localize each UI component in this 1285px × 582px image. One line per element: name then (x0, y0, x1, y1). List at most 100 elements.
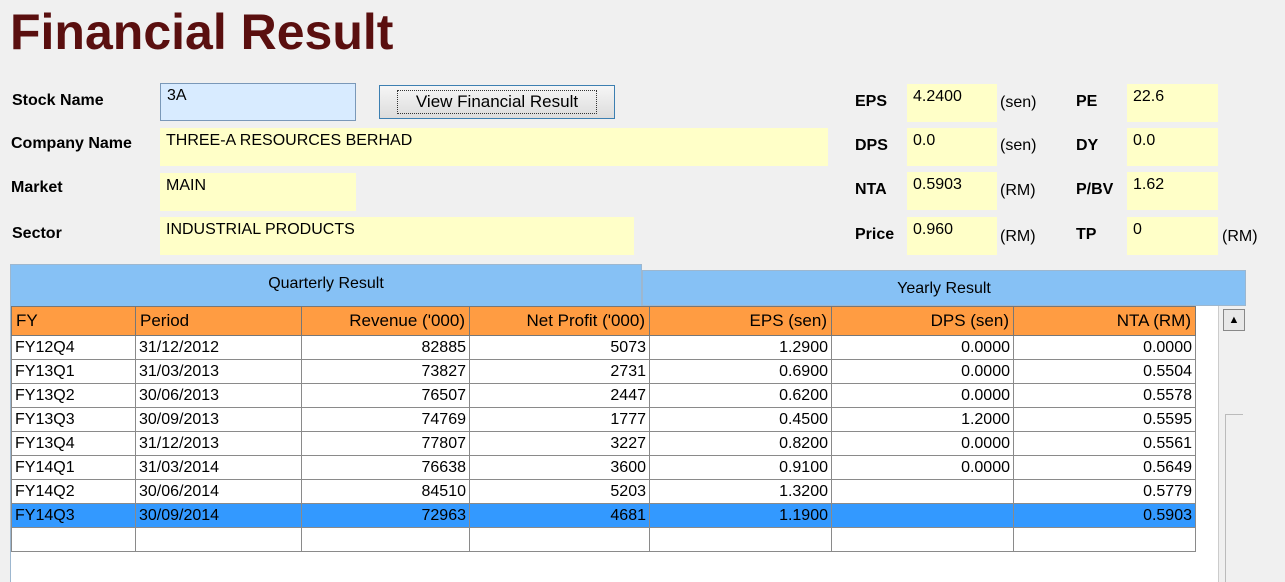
table-cell: FY14Q3 (11, 503, 136, 528)
quarterly-result-grid: FY Period Revenue ('000) Net Profit ('000) E… (10, 306, 1247, 582)
column-header[interactable]: FY (11, 306, 136, 336)
tab-quarterly-result[interactable]: Quarterly Result (10, 264, 642, 306)
dy-value: 0.0 (1127, 128, 1218, 166)
table-row[interactable]: FY13Q2 30/06/2013 76507 2447 0.6200 0.0000 0.5… (11, 383, 1196, 408)
table-cell: 84510 (301, 479, 470, 504)
tp-unit: (RM) (1222, 228, 1258, 245)
tp-label: TP (1076, 226, 1097, 243)
table-cell: 0.9100 (649, 455, 832, 480)
table-cell: 72963 (301, 503, 470, 528)
market-value: MAIN (160, 173, 356, 211)
table-cell (831, 479, 1014, 504)
table-cell: 76507 (301, 383, 470, 408)
table-cell: 0.6200 (649, 383, 832, 408)
pbv-label: P/BV (1076, 181, 1114, 198)
table-cell (831, 527, 1014, 552)
table-cell (649, 527, 832, 552)
table-cell: 2731 (469, 359, 650, 384)
table-cell (1013, 527, 1196, 552)
table-header-row: FY Period Revenue ('000) Net Profit ('000) E… (11, 306, 1196, 336)
table-row[interactable]: FY13Q1 31/03/2013 73827 2731 0.6900 0.0000 0.5… (11, 359, 1196, 384)
table-cell: 0.0000 (831, 431, 1014, 456)
table-cell: FY12Q4 (11, 335, 136, 360)
table-cell: 2447 (469, 383, 650, 408)
table-cell: 82885 (301, 335, 470, 360)
stock-name-input[interactable] (160, 83, 356, 121)
pbv-value: 1.62 (1127, 172, 1218, 210)
scrollbar-track[interactable] (1225, 414, 1243, 582)
pe-label: PE (1076, 93, 1098, 110)
sector-label: Sector (12, 225, 62, 242)
tab-yearly-result[interactable]: Yearly Result (642, 270, 1246, 306)
table-cell: 3227 (469, 431, 650, 456)
price-unit: (RM) (1000, 228, 1036, 245)
table-cell: 30/06/2014 (135, 479, 302, 504)
table-cell: 4681 (469, 503, 650, 528)
table-cell: FY13Q4 (11, 431, 136, 456)
pe-value: 22.6 (1127, 84, 1218, 122)
price-value: 0.960 (907, 217, 997, 255)
table-cell: 31/12/2012 (135, 335, 302, 360)
table-row[interactable]: FY14Q3 30/09/2014 72963 4681 1.1900 0.5903 (11, 503, 1196, 528)
table-cell: 31/03/2013 (135, 359, 302, 384)
table-cell: 0.5595 (1013, 407, 1196, 432)
view-financial-result-button[interactable]: View Financial Result (379, 85, 615, 119)
market-label: Market (11, 179, 63, 196)
table-cell (469, 527, 650, 552)
table-cell: 5073 (469, 335, 650, 360)
table-cell: 0.0000 (831, 335, 1014, 360)
table-cell: 30/06/2013 (135, 383, 302, 408)
table-cell: FY13Q2 (11, 383, 136, 408)
table-cell: 31/12/2013 (135, 431, 302, 456)
table-cell: 0.5779 (1013, 479, 1196, 504)
table-row[interactable] (11, 527, 1196, 552)
table-cell: 1.3200 (649, 479, 832, 504)
table-cell: 0.5903 (1013, 503, 1196, 528)
eps-label: EPS (855, 93, 888, 110)
table-cell: 0.5504 (1013, 359, 1196, 384)
table-cell: 30/09/2014 (135, 503, 302, 528)
table-cell: 0.5578 (1013, 383, 1196, 408)
column-header[interactable]: EPS (sen) (649, 306, 832, 336)
price-label: Price (855, 226, 895, 243)
column-header[interactable]: Net Profit ('000) (469, 306, 650, 336)
vertical-scrollbar[interactable]: ▲ (1218, 306, 1247, 582)
table-row[interactable]: FY14Q2 30/06/2014 84510 5203 1.3200 0.5779 (11, 479, 1196, 504)
table-cell (301, 527, 470, 552)
table-cell: 0.4500 (649, 407, 832, 432)
table-cell: 0.5649 (1013, 455, 1196, 480)
company-name-label: Company Name (11, 135, 132, 152)
view-financial-result-label: View Financial Result (396, 90, 598, 114)
table-cell: 0.0000 (831, 455, 1014, 480)
nta-label: NTA (855, 181, 887, 198)
table-cell: 30/09/2013 (135, 407, 302, 432)
results-table: FY Period Revenue ('000) Net Profit ('000) E… (11, 306, 1196, 552)
table-cell: 5203 (469, 479, 650, 504)
table-cell: 31/03/2014 (135, 455, 302, 480)
table-cell: 76638 (301, 455, 470, 480)
column-header[interactable]: DPS (sen) (831, 306, 1014, 336)
dps-unit: (sen) (1000, 137, 1037, 154)
table-row[interactable]: FY14Q1 31/03/2014 76638 3600 0.9100 0.0000 0.5… (11, 455, 1196, 480)
table-cell: FY13Q3 (11, 407, 136, 432)
table-cell: FY13Q1 (11, 359, 136, 384)
column-header[interactable]: Revenue ('000) (301, 306, 470, 336)
result-tabs: Quarterly Result Yearly Result (10, 264, 1246, 306)
scroll-up-arrow-icon[interactable]: ▲ (1223, 309, 1245, 331)
table-cell: 73827 (301, 359, 470, 384)
table-cell: 77807 (301, 431, 470, 456)
table-cell (135, 527, 302, 552)
table-cell: 0.0000 (831, 383, 1014, 408)
table-row[interactable]: FY12Q4 31/12/2012 82885 5073 1.2900 0.0000 0.0… (11, 335, 1196, 360)
table-row[interactable]: FY13Q4 31/12/2013 77807 3227 0.8200 0.0000 0.5… (11, 431, 1196, 456)
column-header[interactable]: Period (135, 306, 302, 336)
table-cell: 1.2900 (649, 335, 832, 360)
table-row[interactable]: FY13Q3 30/09/2013 74769 1777 0.4500 1.2000 0.5… (11, 407, 1196, 432)
table-cell: 1.2000 (831, 407, 1014, 432)
dy-label: DY (1076, 137, 1099, 154)
nta-unit: (RM) (1000, 182, 1036, 199)
company-name-value: THREE-A RESOURCES BERHAD (160, 128, 828, 166)
column-header[interactable]: NTA (RM) (1013, 306, 1196, 336)
table-cell: 74769 (301, 407, 470, 432)
table-cell: 0.8200 (649, 431, 832, 456)
